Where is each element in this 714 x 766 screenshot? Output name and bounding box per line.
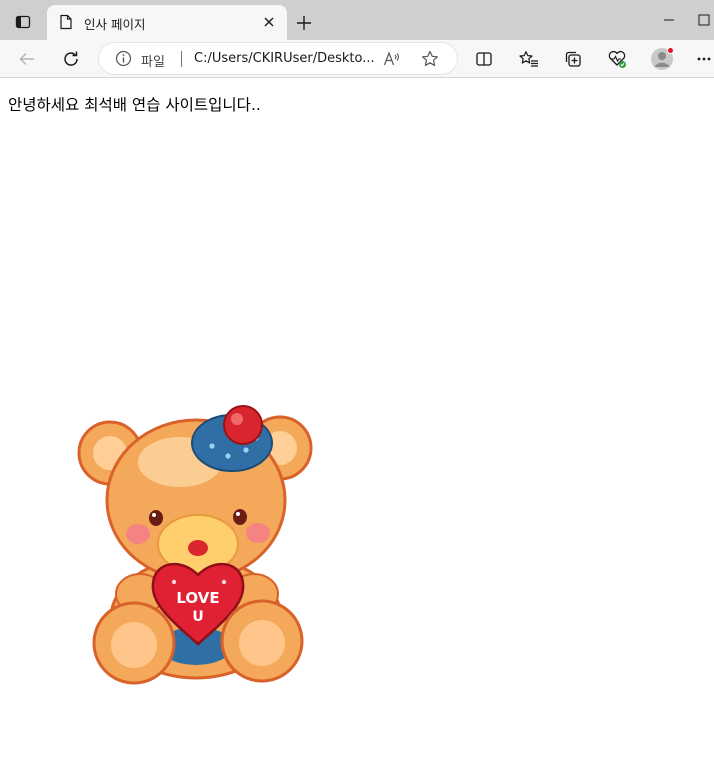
browser-essentials-button[interactable]: [602, 44, 632, 74]
address-bar[interactable]: 파일 C:/Users/CKIRUser/Deskto...: [99, 43, 457, 74]
minimize-button[interactable]: [652, 8, 686, 32]
minimize-icon: [664, 19, 674, 21]
plus-icon: [297, 16, 311, 30]
favorite-star-icon: [422, 50, 438, 67]
teddy-bear-image: LOVE U: [77, 405, 313, 685]
tab-actions-button[interactable]: [7, 8, 39, 36]
tab-close-button[interactable]: [259, 12, 279, 32]
url-text[interactable]: C:/Users/CKIRUser/Deskto...: [194, 51, 375, 66]
address-separator: [181, 51, 182, 67]
profile-icon: [651, 47, 674, 70]
info-icon[interactable]: [115, 50, 132, 67]
back-icon: [19, 52, 34, 66]
split-screen-button[interactable]: [469, 44, 499, 74]
page-content: 안녕하세요 최석배 연습 사이트입니다.. LOVE U: [0, 78, 714, 766]
profile-button[interactable]: [647, 44, 677, 74]
split-screen-icon: [476, 52, 492, 66]
svg-text:U: U: [192, 609, 203, 625]
refresh-icon: [64, 51, 78, 66]
more-button[interactable]: [694, 44, 714, 74]
browser-essentials-icon: [608, 51, 626, 68]
maximize-button[interactable]: [698, 8, 714, 32]
tab-title: 인사 페이지: [84, 17, 146, 32]
new-tab-button[interactable]: [290, 10, 318, 36]
browser-toolbar: 파일 C:/Users/CKIRUser/Deskto...: [0, 40, 714, 78]
back-button[interactable]: [12, 44, 42, 74]
read-aloud-icon: [383, 51, 400, 66]
site-label: 파일: [141, 55, 165, 70]
page-icon: [60, 14, 72, 30]
svg-text:LOVE: LOVE: [176, 589, 219, 607]
favorites-button[interactable]: [514, 44, 544, 74]
favorites-icon: [519, 51, 538, 67]
tab-actions-icon: [15, 15, 31, 29]
tab-strip: 인사 페이지: [0, 0, 714, 40]
close-icon: [264, 17, 274, 27]
refresh-button[interactable]: [56, 44, 86, 74]
collections-icon: [565, 51, 581, 67]
maximize-icon: [698, 14, 710, 26]
active-tab[interactable]: 인사 페이지: [47, 5, 287, 40]
read-aloud-button[interactable]: [382, 49, 402, 69]
more-icon: [697, 57, 711, 61]
greeting-text: 안녕하세요 최석배 연습 사이트입니다..: [8, 96, 261, 114]
collections-button[interactable]: [558, 44, 588, 74]
add-favorite-button[interactable]: [419, 48, 441, 70]
